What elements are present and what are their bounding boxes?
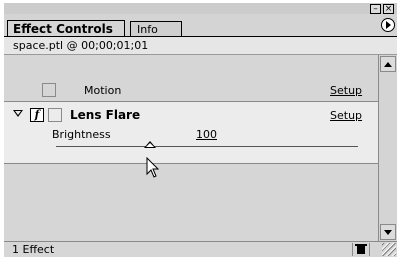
scroll-up-arrow-icon[interactable] [380,56,396,72]
lens-flare-label: Lens Flare [70,108,141,122]
brightness-slider-track[interactable] [56,146,358,147]
motion-enable-checkbox[interactable] [42,83,56,97]
clip-timecode: space.ptl @ 00;00;01;01 [4,37,397,55]
effect-row-lens-flare[interactable]: f Lens Flare Setup Brightness 100 [4,102,378,164]
motion-setup-link[interactable]: Setup [330,84,362,98]
brightness-value[interactable]: 100 [196,128,217,142]
panel-menu-arrow-icon[interactable] [381,18,395,32]
trash-icon[interactable] [352,243,370,256]
lens-flare-setup-link[interactable]: Setup [330,109,362,123]
status-bar: 1 Effect [4,241,397,257]
effect-controls-window: – × Effect Controls Info space.ptl @ 00;… [4,3,397,257]
close-button[interactable]: × [383,4,394,14]
effects-list: Motion Setup f Lens Flare Setup Brightne… [4,55,378,241]
tab-info[interactable]: Info [130,21,182,36]
vertical-scrollbar[interactable] [378,55,397,241]
resize-grip-icon[interactable] [382,243,396,256]
effect-count: 1 Effect [12,243,55,256]
minimize-button[interactable]: – [370,4,381,14]
title-bar[interactable]: – × [4,3,397,14]
mouse-pointer-icon [146,157,160,178]
brightness-label: Brightness [52,128,111,141]
motion-label: Motion [84,84,122,97]
brightness-slider-knob[interactable] [143,141,156,148]
effect-row-motion[interactable]: Motion Setup [4,55,378,97]
fx-toggle-icon[interactable]: f [30,108,44,122]
scroll-down-arrow-icon[interactable] [380,224,396,240]
expand-triangle-icon[interactable] [13,110,23,117]
tab-effect-controls[interactable]: Effect Controls [7,20,125,36]
lens-flare-enable-checkbox[interactable] [48,108,62,122]
